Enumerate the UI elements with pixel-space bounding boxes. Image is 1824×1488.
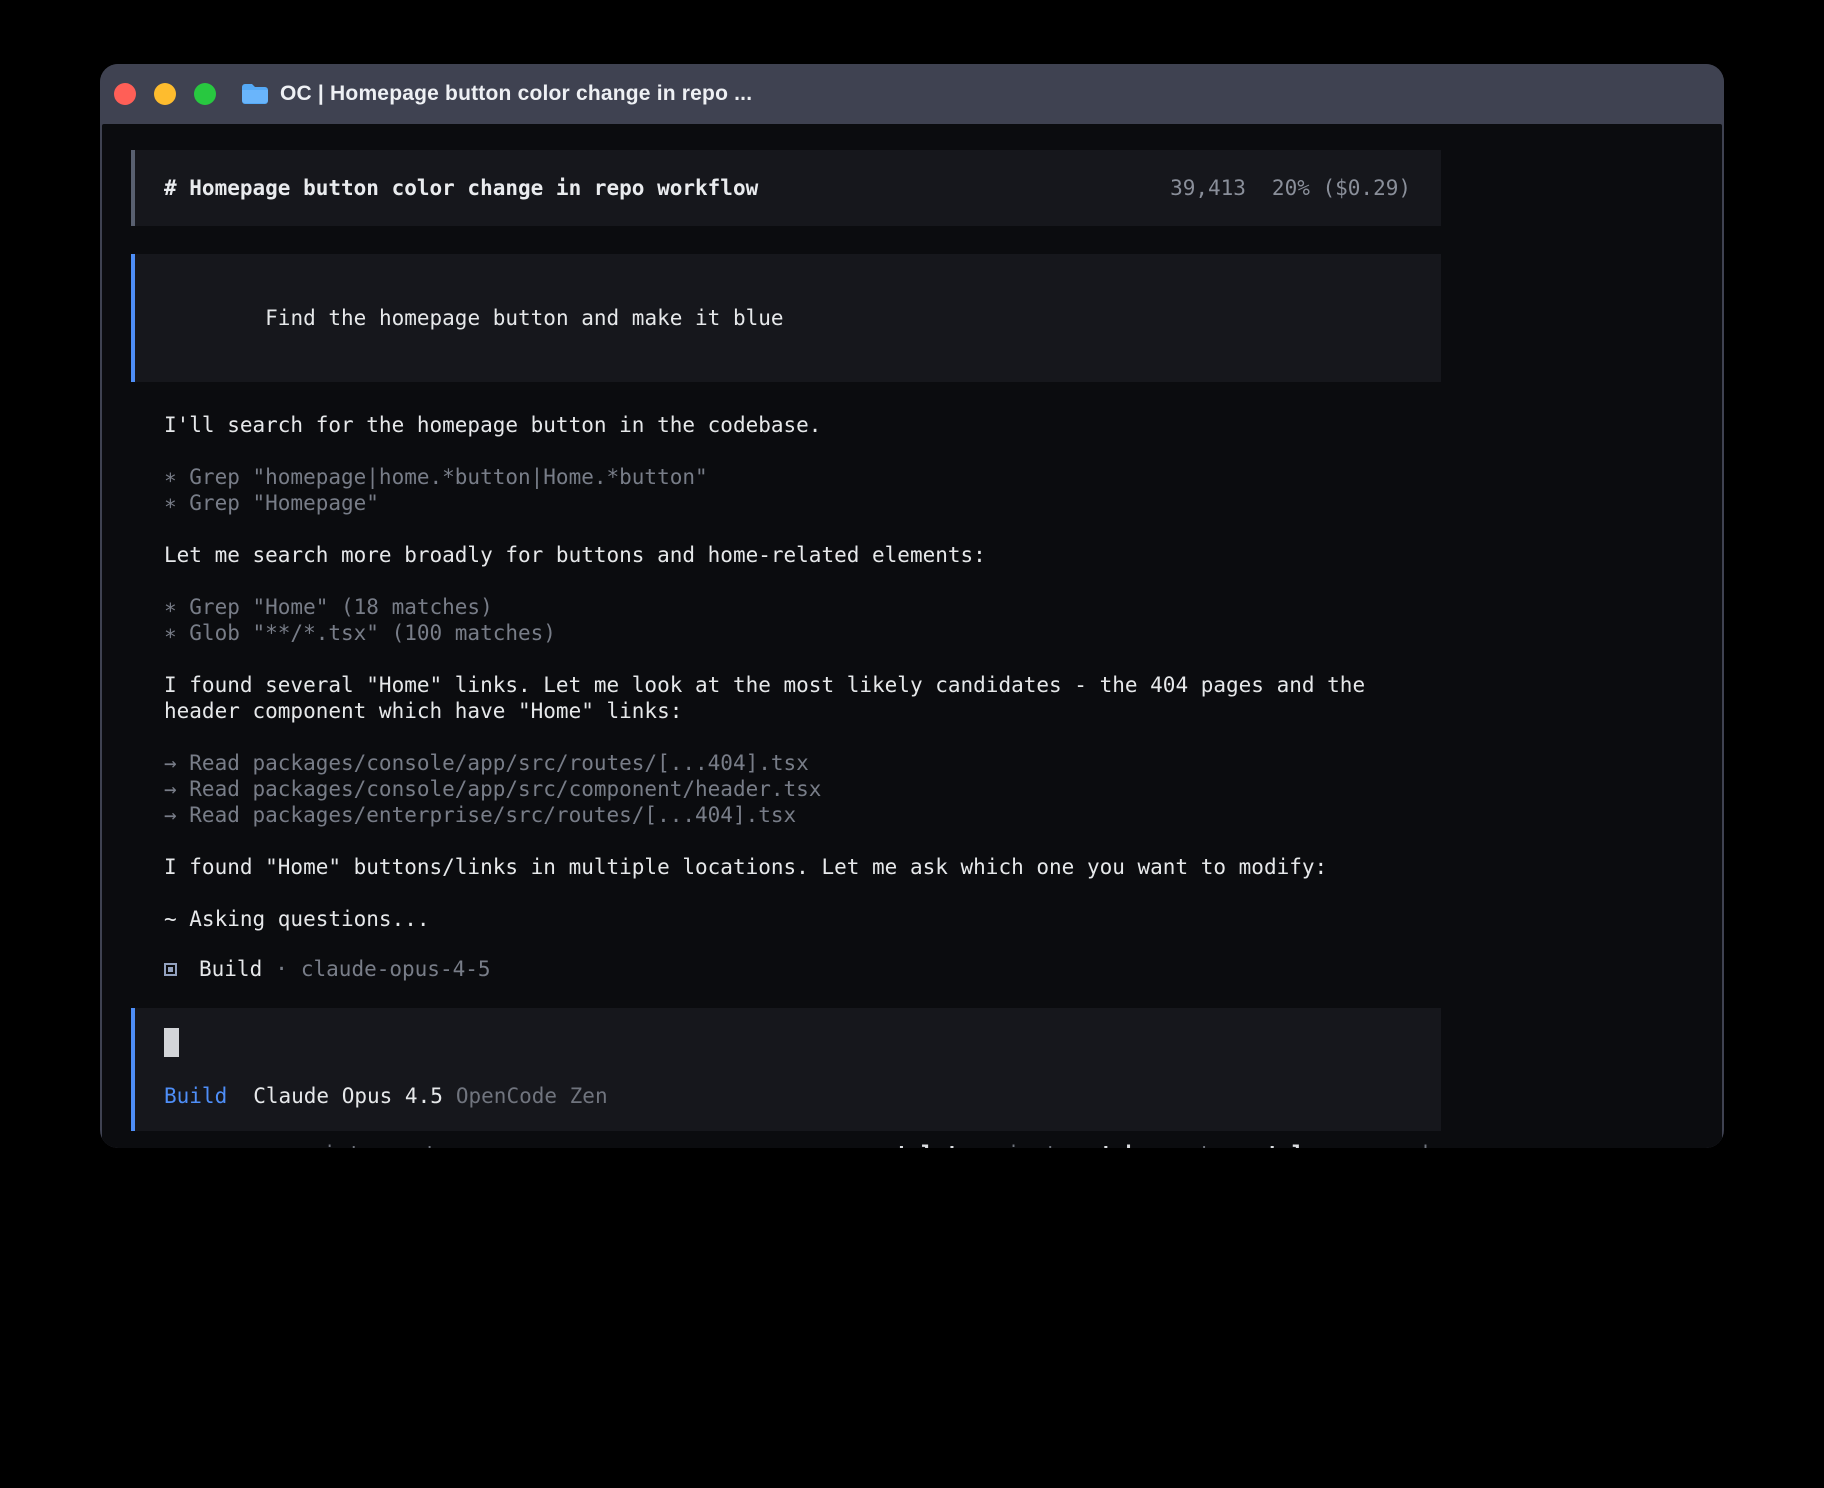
key-esc: esc <box>275 1142 313 1148</box>
tool-call-read: → Read packages/enterprise/src/routes/[.… <box>164 802 1441 828</box>
minimize-button[interactable] <box>154 83 176 105</box>
tool-call-read: → Read packages/console/app/src/componen… <box>164 776 1441 802</box>
assistant-text-line: I'll search for the homepage button in t… <box>164 412 1441 438</box>
input-meta: Build Claude Opus 4.5 OpenCode Zen <box>164 1083 1412 1109</box>
user-message: Find the homepage button and make it blu… <box>131 254 1441 382</box>
close-button[interactable] <box>114 83 136 105</box>
zoom-button[interactable] <box>194 83 216 105</box>
terminal-screen: # Homepage button color change in repo w… <box>102 124 1722 1148</box>
user-message-text: Find the homepage button and make it blu… <box>265 306 783 330</box>
session-stats: 39,413 20% ($0.29) <box>1170 175 1411 201</box>
assistant-text-line: I found "Home" buttons/links in multiple… <box>164 854 1441 880</box>
footer-right: ctrl+t variants tab agents ctrl+p commands <box>883 1141 1441 1148</box>
key-ctrl-t: ctrl+t <box>883 1142 959 1148</box>
provider-label: OpenCode Zen <box>456 1083 608 1109</box>
assistant-text-line: Let me search more broadly for buttons a… <box>164 542 1441 568</box>
model-name: claude-opus-4-5 <box>301 956 491 982</box>
footer-left: ········ esc interrupt <box>131 1141 437 1148</box>
checked-square-icon <box>164 963 177 976</box>
assistant-response: I'll search for the homepage button in t… <box>131 412 1441 932</box>
tool-call-read: → Read packages/console/app/src/routes/[… <box>164 750 1441 776</box>
tool-call-grep: ∗ Grep "Home" (18 matches) <box>164 594 1441 620</box>
prompt-input[interactable]: Build Claude Opus 4.5 OpenCode Zen <box>131 1008 1441 1131</box>
tool-call-grep: ∗ Grep "homepage|home.*button|Home.*butt… <box>164 464 1441 490</box>
hint-label: variants <box>969 1142 1070 1148</box>
token-count: 39,413 <box>1170 175 1246 201</box>
tool-call-grep: ∗ Grep "Homepage" <box>164 490 1441 516</box>
traffic-lights <box>114 83 216 105</box>
input-model-label: Claude Opus 4.5 <box>253 1083 443 1109</box>
hint-commands: ctrl+p commands <box>1254 1141 1441 1148</box>
hint-label: agents <box>1148 1142 1224 1148</box>
hint-agents: tab agents <box>1100 1141 1224 1148</box>
agent-name: Build <box>199 956 262 982</box>
window-title: OC | Homepage button color change in rep… <box>280 82 752 106</box>
context-usage: 20% ($0.29) <box>1272 175 1411 201</box>
agent-status-line: Build · claude-opus-4-5 <box>131 956 1441 982</box>
session-header: # Homepage button color change in repo w… <box>131 150 1441 226</box>
spinner-dots: ········ <box>140 1141 249 1148</box>
hint-label: interrupt <box>323 1142 437 1148</box>
assistant-text-line: I found several "Home" links. Let me loo… <box>164 672 1441 698</box>
key-tab: tab <box>1100 1142 1138 1148</box>
key-ctrl-p: ctrl+p <box>1254 1142 1330 1148</box>
hint-label: commands <box>1340 1142 1441 1148</box>
separator-dot: · <box>275 956 288 982</box>
hint-interrupt: esc interrupt <box>275 1141 437 1148</box>
hint-variants: ctrl+t variants <box>883 1141 1070 1148</box>
assistant-text-line: header component which have "Home" links… <box>164 698 1441 724</box>
folder-icon <box>240 82 270 106</box>
mode-label: Build <box>164 1083 227 1109</box>
status-footer: ········ esc interrupt ctrl+t variants tab… <box>131 1141 1441 1148</box>
terminal-window: OC | Homepage button color change in rep… <box>100 64 1724 1148</box>
assistant-status-line: ~ Asking questions... <box>164 906 1441 932</box>
title-bar[interactable]: OC | Homepage button color change in rep… <box>100 64 1724 124</box>
session-title: # Homepage button color change in repo w… <box>164 175 758 201</box>
tool-call-glob: ∗ Glob "**/*.tsx" (100 matches) <box>164 620 1441 646</box>
text-cursor <box>164 1028 179 1057</box>
